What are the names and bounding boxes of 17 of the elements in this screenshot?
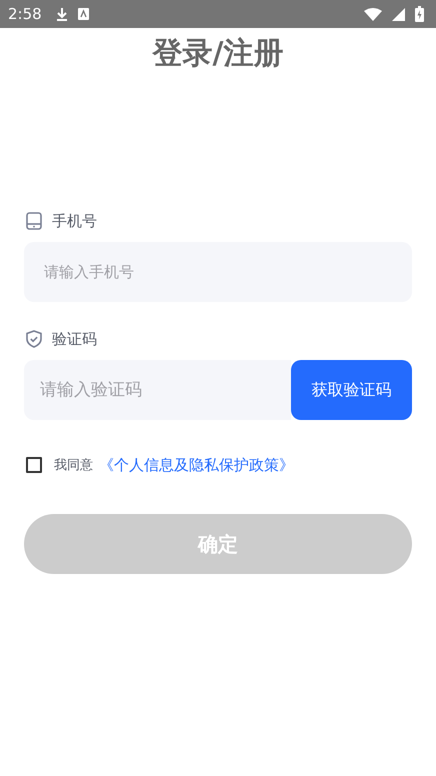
download-icon <box>56 7 68 21</box>
status-time: 2:58 <box>8 5 42 23</box>
code-input[interactable]: 请输入验证码 <box>24 360 291 420</box>
shield-check-icon <box>26 330 42 348</box>
field-label: 手机号 <box>52 212 97 230</box>
signal-icon <box>392 8 405 20</box>
get-code-button[interactable]: 获取验证码 <box>291 360 412 420</box>
battery-icon <box>415 6 424 22</box>
agree-checkbox[interactable] <box>26 457 42 473</box>
agree-text: 我同意 <box>54 457 93 474</box>
phone-input[interactable]: 请输入手机号 <box>24 242 412 302</box>
notification-icon <box>78 8 89 20</box>
wifi-icon <box>364 8 382 20</box>
privacy-policy-link[interactable]: 《个人信息及隐私保护政策》 <box>99 456 294 474</box>
phone-icon <box>26 212 42 230</box>
field-label: 验证码 <box>52 330 97 348</box>
page-title: 登录/注册 <box>151 35 284 73</box>
